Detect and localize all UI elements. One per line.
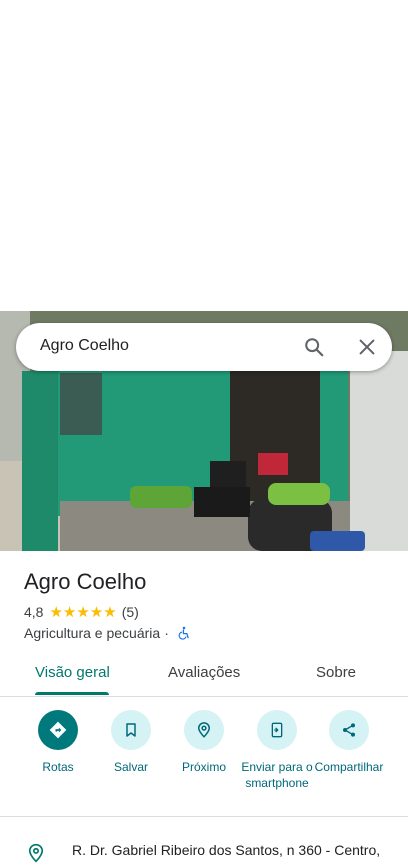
search-query[interactable]: Agro Coelho [40,337,129,355]
save-label: Salvar [113,760,148,774]
tab-overview[interactable]: Visão geral [35,664,110,681]
photo-crate [194,487,250,517]
tab-about[interactable]: Sobre [316,664,356,681]
rating-row[interactable]: 4,8 ★★★★★ (5) [24,603,139,621]
directions-button[interactable]: Rotas [18,710,98,775]
search-bar[interactable]: Agro Coelho [16,323,392,371]
separator-dot: · [164,625,169,641]
photo-boots [210,461,246,489]
send-to-phone-button[interactable]: Enviar para o smartphone [237,710,317,791]
map-area[interactable] [0,0,408,311]
tab-indicator [35,692,109,695]
share-icon [329,710,369,750]
divider [0,816,408,817]
photo-red-item [258,453,288,475]
nearby-button[interactable]: Próximo [164,710,244,775]
photo-right-wall [350,351,408,551]
photo-green-pillar [22,371,58,551]
share-button[interactable]: Compartilhar [309,710,389,775]
send-to-phone-icon [257,710,297,750]
review-count[interactable]: (5) [122,604,139,620]
category-label: Agricultura e pecuária [24,625,161,641]
rating-value: 4,8 [24,604,44,620]
location-pin-icon [26,843,46,863]
place-tabs: Visão geral Avaliações Sobre [0,650,408,697]
close-icon[interactable] [356,336,378,358]
directions-label: Rotas [42,760,74,774]
address-text[interactable]: R. Dr. Gabriel Ribeiro dos Santos, n 360… [72,842,380,858]
wheelchair-accessible-icon [177,626,191,640]
place-title: Agro Coelho [24,569,147,594]
directions-icon [38,710,78,750]
photo-planter [130,486,192,508]
search-icon[interactable] [303,336,325,358]
tab-reviews[interactable]: Avaliações [168,664,240,681]
nearby-icon [184,710,224,750]
send-to-phone-label: Enviar para o smartphone [241,760,313,790]
photo-window [60,373,102,435]
share-label: Compartilhar [314,760,384,774]
photo-barrel [310,531,365,551]
save-button[interactable]: Salvar [91,710,171,775]
nearby-label: Próximo [181,760,226,774]
photo-plants [268,483,330,505]
category-row: Agricultura e pecuária · [24,625,191,641]
bookmark-icon [111,710,151,750]
star-rating: ★★★★★ [49,604,117,621]
